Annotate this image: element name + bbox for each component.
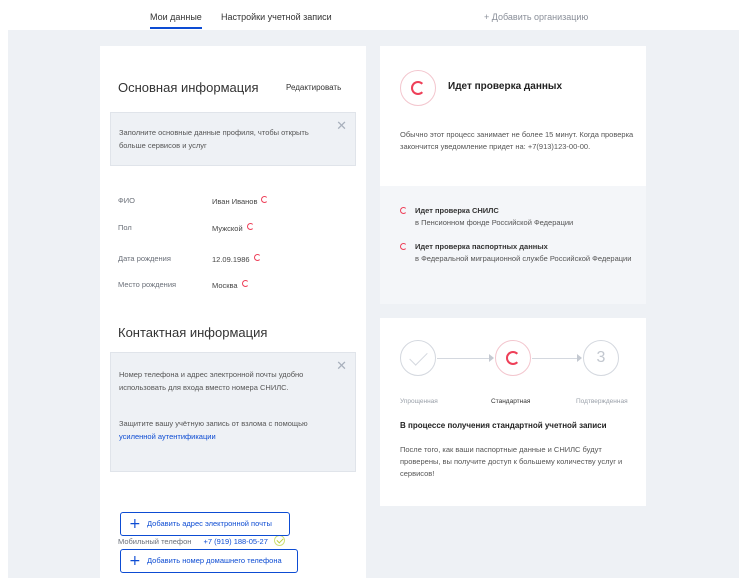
account-level-description: После того, как ваши паспортные данные и… — [400, 445, 623, 478]
close-icon[interactable]: ✕ — [336, 359, 347, 374]
step-label-simplified: Упрощенная — [400, 398, 438, 405]
basic-info-title: Основная информация — [118, 80, 259, 95]
tab-account-settings[interactable]: Настройки учетной записи — [221, 12, 332, 22]
contacts-notice: Номер телефона и адрес электронной почты… — [110, 352, 356, 472]
field-value: Иван Иванов — [212, 196, 269, 206]
account-level-title: В процессе получения стандартной учетной… — [400, 421, 607, 430]
account-level-card: 3 Упрощенная Стандартная Подтвержденная … — [380, 318, 646, 506]
verification-items: Идет проверка СНИЛС в Пенсионном фонде Р… — [380, 186, 646, 304]
verification-title: Идет проверка данных — [448, 81, 563, 92]
verification-description: Обычно этот процесс занимает не более 15… — [400, 130, 634, 151]
contacts-notice-secure: Защитите вашу учётную запись от взлома с… — [119, 419, 308, 441]
profile-card: Основная информация Редактировать Заполн… — [100, 46, 366, 578]
mobile-phone-label: Мобильный телефон — [118, 537, 192, 546]
edit-button[interactable]: Редактировать — [286, 83, 341, 92]
step-label-confirmed: Подтвержденная — [576, 398, 628, 405]
close-icon[interactable]: ✕ — [336, 119, 347, 134]
field-label: ФИО — [118, 196, 135, 205]
step-connector — [437, 358, 490, 359]
step-label-standard: Стандартная — [491, 398, 531, 405]
plus-icon: + — [129, 553, 141, 569]
pending-clock-icon — [400, 70, 436, 106]
add-organization-link[interactable]: + Добавить организацию — [484, 12, 588, 22]
pending-icon — [400, 207, 407, 214]
field-value: Москва — [212, 280, 249, 290]
pending-icon — [241, 280, 249, 287]
step-confirmed: 3 — [583, 340, 619, 376]
field-label: Место рождения — [118, 280, 177, 289]
mobile-phone-value[interactable]: +7 (919) 188-05-27 — [203, 537, 267, 546]
arrow-right-icon — [489, 354, 494, 362]
plus-icon: + — [129, 516, 141, 532]
field-value: 12.09.1986 — [212, 254, 261, 264]
add-email-button[interactable]: + Добавить адрес электронной почты — [120, 512, 290, 536]
pending-icon — [253, 254, 261, 261]
add-home-phone-button[interactable]: + Добавить номер домашнего телефона — [120, 549, 298, 573]
field-value: Мужской — [212, 223, 254, 233]
step-connector — [532, 358, 578, 359]
verification-card: Идет проверка данных Обычно этот процесс… — [380, 46, 646, 304]
tab-my-data[interactable]: Мои данные — [150, 12, 202, 29]
pending-icon — [400, 243, 407, 250]
pending-icon — [246, 223, 254, 230]
strong-auth-link[interactable]: усиленной аутентификации — [119, 432, 216, 441]
step-standard-clock-icon — [495, 340, 531, 376]
mobile-phone-row: Мобильный телефон +7 (919) 188-05-27 — [118, 535, 285, 546]
step-simplified-check-icon — [400, 340, 436, 376]
contacts-notice-text: Номер телефона и адрес электронной почты… — [119, 370, 304, 392]
field-label: Пол — [118, 223, 132, 232]
contacts-title: Контактная информация — [118, 325, 268, 340]
pending-icon — [261, 196, 269, 203]
arrow-right-icon — [577, 354, 582, 362]
profile-notice-text: Заполните основные данные профиля, чтобы… — [119, 128, 309, 150]
verified-check-icon — [274, 535, 285, 546]
profile-notice: Заполните основные данные профиля, чтобы… — [110, 112, 356, 166]
field-label: Дата рождения — [118, 254, 171, 263]
top-navigation: Мои данные Настройки учетной записи + До… — [0, 0, 747, 30]
